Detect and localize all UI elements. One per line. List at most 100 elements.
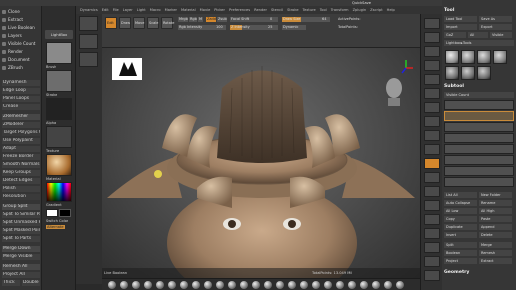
- paste-button[interactable]: Paste: [479, 216, 512, 222]
- brush-icon[interactable]: [240, 281, 248, 289]
- texture-thumbnail[interactable]: [46, 126, 72, 148]
- smooth-normals-button[interactable]: Smooth Normals: [2, 162, 40, 168]
- brush-icon[interactable]: [348, 281, 356, 289]
- brush-icon[interactable]: [288, 281, 296, 289]
- double-button[interactable]: Double: [22, 280, 40, 286]
- projection-icon[interactable]: [79, 34, 98, 49]
- thick-slider[interactable]: Thick: [2, 280, 20, 286]
- brush-icon[interactable]: [360, 281, 368, 289]
- brush-icon[interactable]: [216, 281, 224, 289]
- menu-item-macro[interactable]: Macro: [148, 6, 163, 14]
- split-masked-button[interactable]: Split Masked Points: [2, 228, 40, 234]
- lp-document[interactable]: Document: [2, 56, 30, 63]
- export-button[interactable]: Export: [479, 24, 512, 30]
- material-thumbnail[interactable]: [46, 154, 72, 176]
- m-button[interactable]: M: [198, 17, 203, 22]
- brush-icon[interactable]: [180, 281, 188, 289]
- brush-icon[interactable]: [276, 281, 284, 289]
- polyf-icon[interactable]: [424, 228, 440, 239]
- detect-edges-button[interactable]: Detect Edges: [2, 178, 40, 184]
- brush-icon[interactable]: [324, 281, 332, 289]
- goz-button[interactable]: GoZ: [444, 32, 466, 38]
- z-intensity-slider[interactable]: Z Intensity 25: [230, 25, 278, 30]
- menu-item-zscript[interactable]: Zscript: [368, 6, 384, 14]
- menu-item-light[interactable]: Light: [135, 6, 148, 14]
- subtool-item[interactable]: [444, 122, 514, 132]
- rename-button[interactable]: Rename: [479, 200, 512, 206]
- dynamesh-button[interactable]: Dynamesh: [2, 80, 40, 86]
- menu-item-stencil[interactable]: Stencil: [269, 6, 285, 14]
- lightbox-button[interactable]: LightBox: [45, 30, 73, 39]
- menu-item-marker[interactable]: Marker: [163, 6, 179, 14]
- menu-item-layer[interactable]: Layer: [121, 6, 135, 14]
- menu-item-picker[interactable]: Picker: [212, 6, 227, 14]
- menu-item-texture[interactable]: Texture: [301, 6, 318, 14]
- subtool-item[interactable]: [444, 100, 514, 110]
- tool-thumb[interactable]: [477, 66, 491, 80]
- scale-button[interactable]: Scale: [147, 17, 159, 29]
- subtool-item[interactable]: [444, 144, 514, 154]
- linefill-icon[interactable]: [424, 214, 440, 225]
- polish-button[interactable]: Polish: [2, 186, 40, 192]
- floor-icon[interactable]: [424, 116, 440, 127]
- brush-icon[interactable]: [312, 281, 320, 289]
- mrgb-button[interactable]: Mrgb: [178, 17, 188, 22]
- import-button[interactable]: Import: [444, 24, 477, 30]
- boolean-button[interactable]: Boolean: [444, 250, 477, 256]
- tool-thumb[interactable]: [461, 50, 475, 64]
- split-unmasked-button[interactable]: Split Unmasked Points: [2, 220, 40, 226]
- resolution-slider[interactable]: Resolution: [2, 194, 40, 200]
- spix-icon[interactable]: [424, 32, 440, 43]
- all-low-button[interactable]: All Low: [444, 208, 477, 214]
- transp-icon[interactable]: [424, 242, 440, 253]
- edge-loop-button[interactable]: Edge Loop: [2, 88, 40, 94]
- crease-button[interactable]: Crease: [2, 104, 40, 110]
- edit-button[interactable]: Edit: [105, 17, 117, 29]
- visible-count-slider[interactable]: Visible Count: [444, 92, 514, 98]
- lp-extract[interactable]: Extract: [2, 16, 23, 23]
- menu-item-edit[interactable]: Edit: [100, 6, 111, 14]
- lp-render[interactable]: Render: [2, 48, 23, 55]
- lp-clone[interactable]: Clone: [2, 8, 20, 15]
- tool-thumb[interactable]: [445, 66, 459, 80]
- project-all-button[interactable]: Project All: [2, 272, 40, 278]
- xyz-icon[interactable]: [424, 144, 440, 155]
- solo-icon[interactable]: [424, 270, 440, 281]
- subtool-item[interactable]: [444, 177, 514, 187]
- load-tool-button[interactable]: Load Tool: [444, 16, 477, 22]
- bpr-icon[interactable]: [424, 18, 440, 29]
- menu-item-material[interactable]: Material: [179, 6, 198, 14]
- dynamic-button[interactable]: Dynamic: [282, 25, 306, 30]
- group-split-button[interactable]: Group Split: [2, 204, 40, 210]
- ghost-icon[interactable]: [424, 256, 440, 267]
- all-button[interactable]: All: [468, 32, 488, 38]
- menu-item-preferences[interactable]: Preferences: [227, 6, 252, 14]
- focal-shift-slider[interactable]: Focal Shift 0: [230, 17, 278, 22]
- brush-icon[interactable]: [372, 281, 380, 289]
- persp-icon[interactable]: [424, 102, 440, 113]
- split-button[interactable]: Split: [444, 242, 477, 248]
- brush-icon[interactable]: [264, 281, 272, 289]
- lp-live-boolean[interactable]: Live Boolean: [2, 24, 35, 31]
- menu-item-render[interactable]: Render: [252, 6, 269, 14]
- lightbox-tools-button[interactable]: Lightbox▸Tools: [444, 40, 514, 46]
- brush-icon[interactable]: [168, 281, 176, 289]
- aahalf-icon[interactable]: [424, 88, 440, 99]
- split-similar-button[interactable]: Split To Similar Parts: [2, 212, 40, 218]
- brush-thumbnail[interactable]: [46, 42, 72, 64]
- new-folder-button[interactable]: New Folder: [479, 192, 512, 198]
- brush-icon[interactable]: [108, 281, 116, 289]
- color-picker[interactable]: [46, 182, 72, 202]
- adapt-button[interactable]: Adapt: [2, 146, 40, 152]
- brush-icon[interactable]: [132, 281, 140, 289]
- menu-item-tool[interactable]: Tool: [318, 6, 329, 14]
- tool-thumb[interactable]: [477, 50, 491, 64]
- rotate-view-icon[interactable]: [424, 200, 440, 211]
- move-view-icon[interactable]: [424, 172, 440, 183]
- rgb-button[interactable]: Rgb: [189, 17, 197, 22]
- brush-icon[interactable]: [144, 281, 152, 289]
- lp-layers[interactable]: Layers: [2, 32, 22, 39]
- menu-item-help[interactable]: Help: [385, 6, 397, 14]
- extract-button[interactable]: Extract: [479, 258, 512, 264]
- panel-loops-button[interactable]: Panel Loops: [2, 96, 40, 102]
